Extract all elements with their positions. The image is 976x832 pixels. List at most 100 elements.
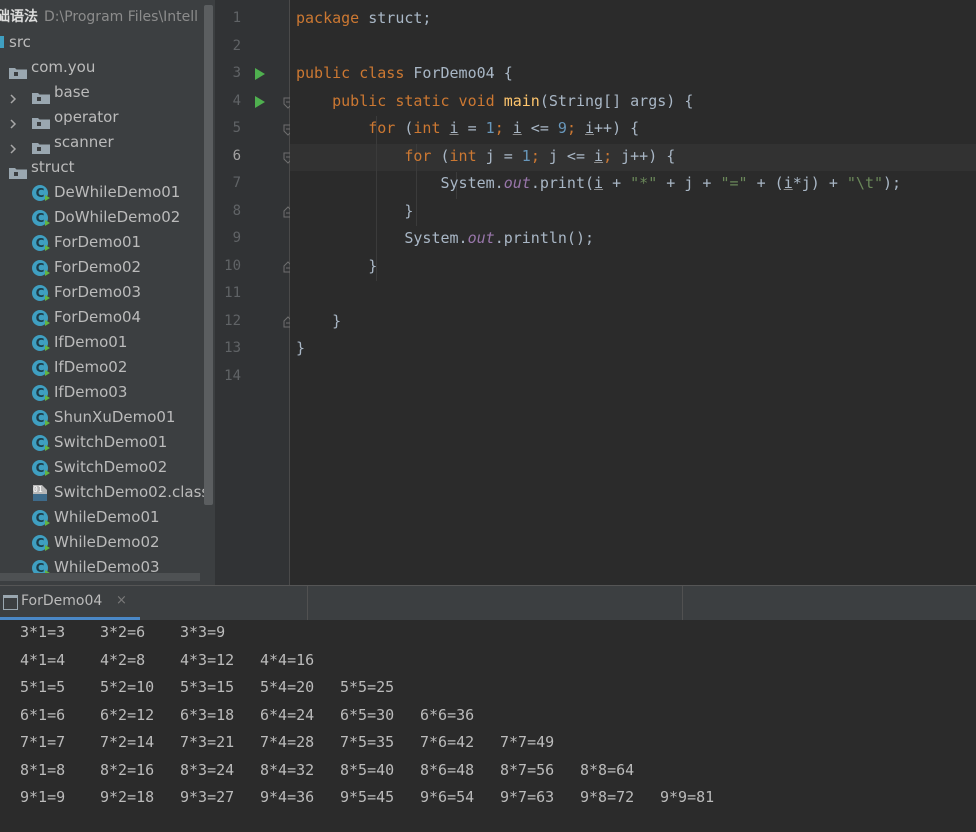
line-number: 1: [232, 10, 241, 26]
console-cell: 8*6=48: [420, 760, 475, 779]
console-cell: 7*3=21: [180, 733, 235, 751]
java-class-icon: C: [32, 235, 50, 251]
run-class-icon[interactable]: [255, 68, 265, 80]
console-cell: 7*5=35: [340, 733, 395, 751]
tree-item-label: ShunXuDemo01: [54, 408, 176, 426]
tree-vertical-scrollbar[interactable]: [204, 5, 213, 505]
console-cell: 8*8=64: [580, 760, 635, 779]
tree-item-src[interactable]: src: [0, 30, 200, 55]
console-cell: 6*4=24: [260, 705, 315, 724]
tree-item-base[interactable]: base: [0, 80, 200, 105]
tree-item-struct[interactable]: struct: [0, 155, 200, 180]
tree-item-label: WhileDemo01: [54, 508, 160, 526]
tree-item-label: SwitchDemo02.class: [54, 483, 210, 501]
console-cell: 7*4=28: [260, 733, 315, 751]
line-number: 14: [224, 367, 241, 384]
console-cell: 5*4=20: [260, 678, 315, 696]
console-cell: 4*3=12: [180, 650, 235, 669]
console-cell: 8*5=40: [340, 760, 395, 779]
tree-item-ifdemo01[interactable]: C IfDemo01: [0, 330, 200, 355]
line-number: 9: [232, 230, 241, 246]
tree-item-label: IfDemo03: [54, 383, 128, 401]
tree-item-dowhiledemo02[interactable]: C DoWhileDemo02: [0, 205, 200, 230]
line-number: 12: [224, 312, 241, 329]
run-main-icon[interactable]: [255, 96, 265, 108]
code-line-4: public static void main(String[] args) {: [332, 92, 694, 110]
console-cell: 5*3=15: [180, 678, 235, 696]
package-folder-icon: [32, 137, 50, 154]
line-number: 11: [224, 285, 241, 301]
code-line-3: public class ForDemo04 {: [296, 64, 513, 82]
console-cell: 9*7=63: [500, 788, 555, 806]
tree-item-switchdemo02[interactable]: C SwitchDemo02: [0, 455, 200, 480]
console-cell: 9*9=81: [660, 788, 715, 806]
tree-item-label: scanner: [54, 133, 114, 151]
tree-item-label: base: [54, 83, 90, 101]
tree-item-ifdemo02[interactable]: C IfDemo02: [0, 355, 200, 380]
close-icon[interactable]: ×: [116, 593, 127, 608]
chevron-right-icon[interactable]: [9, 112, 17, 129]
tree-item-fordemo03[interactable]: C ForDemo03: [0, 280, 200, 305]
console-icon: [3, 595, 18, 610]
tree-item-label: com.you: [31, 58, 96, 76]
run-tab-fordemo04[interactable]: ForDemo04 ×: [0, 586, 140, 620]
code-editor[interactable]: package struct; public class ForDemo04 {…: [290, 0, 976, 585]
tree-item-ifdemo03[interactable]: C IfDemo03: [0, 380, 200, 405]
code-line-10: }: [368, 257, 378, 275]
console-line: 4*1=4 4*2=8 4*3=12 4*4=16: [20, 651, 960, 673]
line-number: 8: [232, 202, 241, 219]
line-number: 7: [232, 175, 241, 191]
console-line: 3*1=3 3*2=6 3*3=9: [20, 623, 960, 645]
tree-item-switchdemo01[interactable]: C SwitchDemo01: [0, 430, 200, 455]
project-name: 础语法: [0, 9, 38, 25]
java-class-icon: C: [32, 285, 50, 301]
tree-item-dewhiledemo01[interactable]: C DeWhileDemo01: [0, 180, 200, 205]
java-class-icon: C: [32, 360, 50, 376]
tree-item-scanner[interactable]: scanner: [0, 130, 200, 155]
console-cell: 3*3=9: [180, 623, 226, 641]
java-class-icon: C: [32, 460, 50, 476]
console-cell: 9*6=54: [420, 788, 475, 806]
chevron-right-icon[interactable]: [9, 87, 17, 104]
tree-item-fordemo01[interactable]: C ForDemo01: [0, 230, 200, 255]
console-line: 7*1=7 7*2=14 7*3=21 7*4=28 7*5=35 7*6=42 7*7=4…: [20, 733, 960, 755]
tree-item-fordemo02[interactable]: C ForDemo02: [0, 255, 200, 280]
code-line-13: }: [296, 339, 306, 357]
console-cell: 9*4=36: [260, 788, 315, 806]
tree-item-operator[interactable]: operator: [0, 105, 200, 130]
line-number: 6: [232, 147, 241, 164]
tree-item-fordemo04[interactable]: C ForDemo04: [0, 305, 200, 330]
tree-horizontal-scrollbar[interactable]: [0, 573, 200, 581]
console-cell: 8*2=16: [100, 760, 155, 779]
java-class-icon: C: [32, 260, 50, 276]
console-line: 5*1=5 5*2=10 5*3=15 5*4=20 5*5=25: [20, 678, 960, 700]
code-line-5: for (int i = 1; i <= 9; i++) {: [368, 119, 640, 137]
tree-item-label: IfDemo01: [54, 333, 128, 351]
project-panel: 础语法 D:\Program Files\Intell src com.you bas…: [0, 0, 215, 585]
chevron-right-icon[interactable]: [9, 137, 17, 154]
code-line-6: for (int j = 1; j <= i; j++) {: [404, 147, 676, 165]
tree-item-com-you[interactable]: com.you: [0, 55, 200, 80]
tree-item-label: struct: [31, 158, 75, 176]
console-cell: 5*1=5: [20, 678, 66, 696]
tree-item-label: src: [9, 33, 31, 51]
code-line-12: }: [332, 312, 342, 330]
console-line: 8*1=8 8*2=16 8*3=24 8*4=32 8*5=40 8*6=48 8*7=5…: [20, 761, 960, 783]
java-class-icon: C: [32, 510, 50, 526]
console-cell: 9*3=27: [180, 788, 235, 806]
line-number: 5: [232, 120, 241, 136]
project-root-header[interactable]: 础语法 D:\Program Files\Intell: [0, 5, 198, 30]
tree-item-shunxudemo01[interactable]: C ShunXuDemo01: [0, 405, 200, 430]
line-number: 2: [232, 37, 241, 54]
line-number: 4: [232, 92, 241, 109]
tree-item-whiledemo01[interactable]: C WhileDemo01: [0, 505, 200, 530]
tree-item-label: ForDemo03: [54, 283, 142, 301]
tree-item-whiledemo02[interactable]: C WhileDemo02: [0, 530, 200, 555]
tree-item-switchdemo02-class[interactable]: 01 SwitchDemo02.class: [0, 480, 209, 505]
tree-item-label: SwitchDemo02: [54, 458, 168, 476]
console-cell: 9*1=9: [20, 788, 66, 806]
line-number: 3: [232, 65, 241, 81]
console-cell: 5*2=10: [100, 678, 155, 696]
package-folder-icon: [9, 62, 27, 79]
console-output[interactable]: 3*1=3 3*2=6 3*3=9 4*1=4 4*2=8 4*3=12 4*4=16 5*1…: [0, 620, 976, 832]
